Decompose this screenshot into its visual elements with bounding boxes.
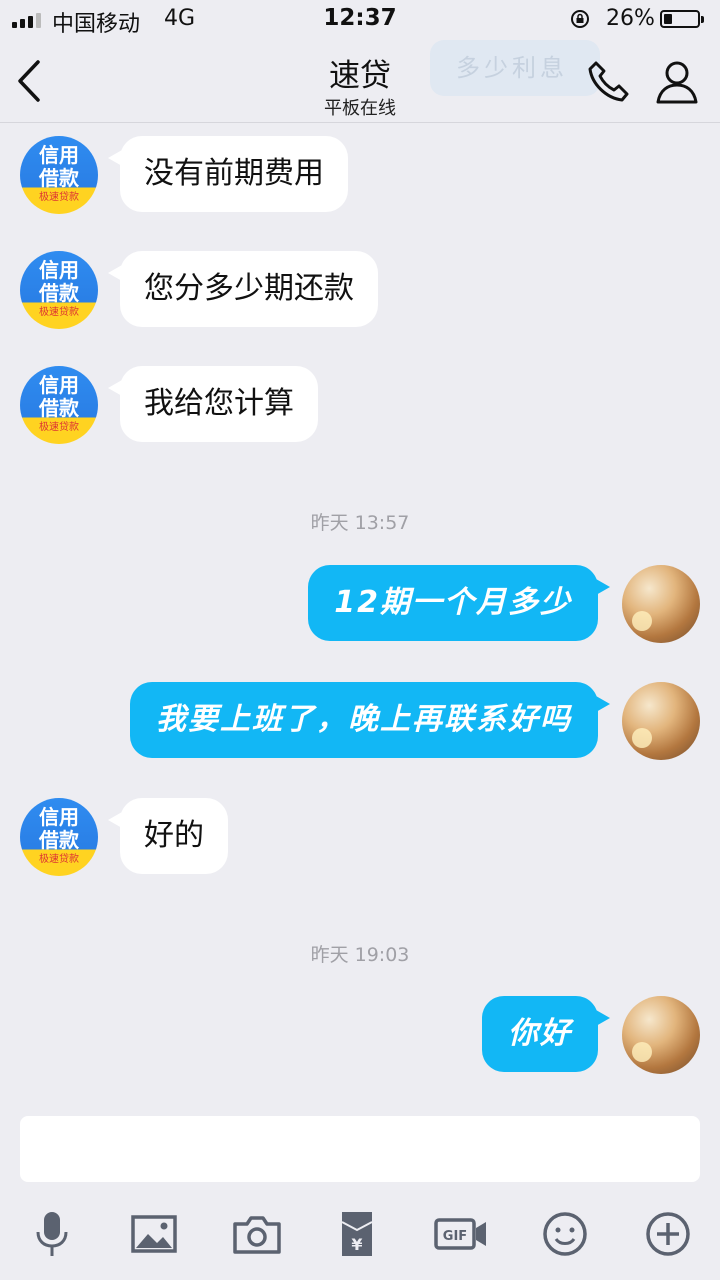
profile-icon[interactable] [654,58,700,106]
incoming-message[interactable]: 您分多少期还款 [108,251,378,327]
outgoing-message[interactable]: 你好 [482,996,610,1072]
svg-text:¥: ¥ [351,1235,362,1254]
rotation-lock-icon [571,10,589,28]
input-toolbar: ¥ GIF [0,1196,720,1280]
image-icon[interactable] [126,1206,182,1262]
outgoing-message[interactable]: 我要上班了，晚上再联系好吗 [130,682,610,758]
user-avatar[interactable] [622,996,700,1074]
chat-header: 多少利息 速贷 平板在线 [0,40,720,123]
camera-icon[interactable] [229,1206,285,1262]
gif-icon[interactable]: GIF [434,1206,490,1262]
svg-text:GIF: GIF [443,1229,467,1244]
contact-avatar[interactable]: 信用 借款 极速贷款 [20,366,98,444]
emoji-icon[interactable] [537,1206,593,1262]
mic-icon[interactable] [24,1206,80,1262]
contact-avatar[interactable]: 信用 借款 极速贷款 [20,136,98,214]
plus-icon[interactable] [640,1206,696,1262]
timestamp: 昨天 13:57 [310,512,410,534]
message-input[interactable] [20,1116,700,1182]
contact-avatar[interactable]: 信用 借款 极速贷款 [20,798,98,876]
outgoing-message[interactable]: 12期一个月多少 [308,565,610,641]
battery-percent: 26% [606,6,655,31]
phone-icon[interactable] [584,58,632,106]
red-packet-icon[interactable]: ¥ [329,1206,385,1262]
battery-icon [660,10,704,28]
contact-avatar[interactable]: 信用 借款 极速贷款 [20,251,98,329]
incoming-message[interactable]: 我给您计算 [108,366,318,442]
user-avatar[interactable] [622,682,700,760]
incoming-message[interactable]: 没有前期费用 [108,136,348,212]
timestamp: 昨天 19:03 [310,944,410,966]
incoming-message[interactable]: 好的 [108,798,228,874]
status-bar: 中国移动 4G 12:37 26% [0,0,720,40]
user-avatar[interactable] [622,565,700,643]
